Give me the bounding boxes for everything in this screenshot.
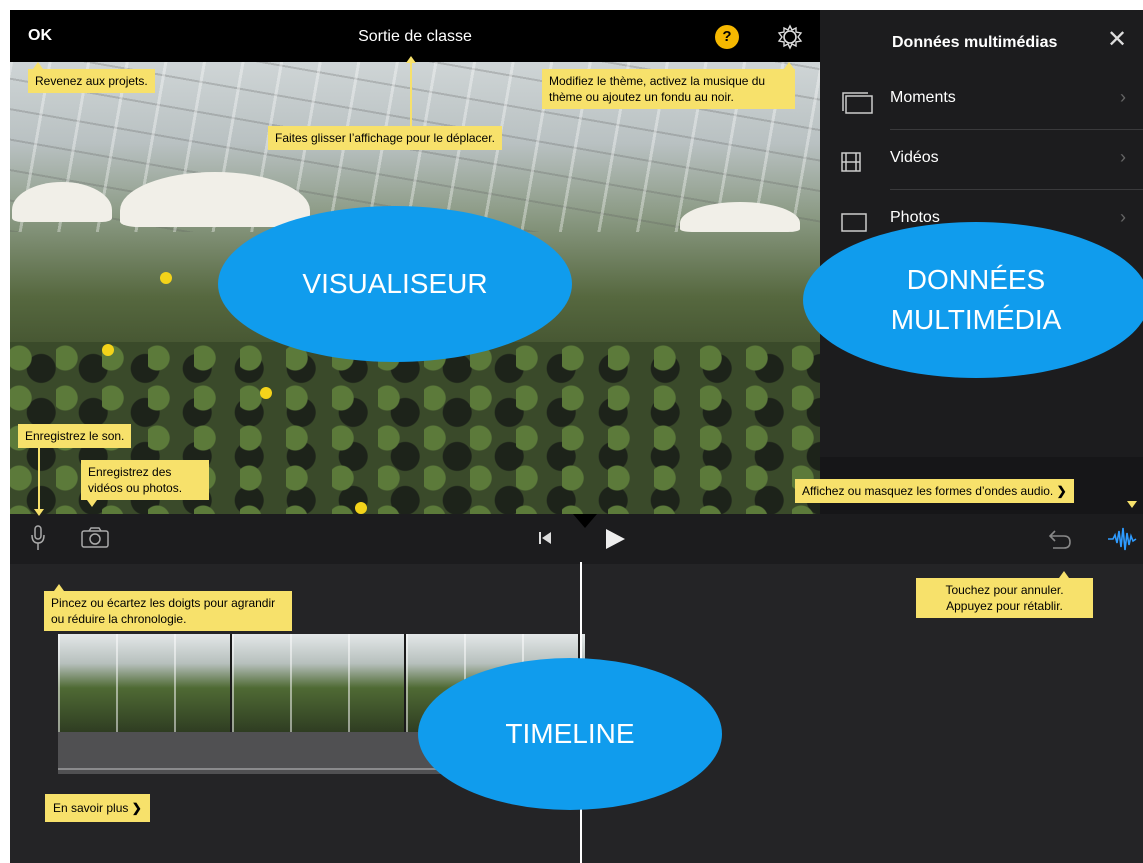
play-icon[interactable] <box>603 527 627 551</box>
film-icon <box>841 152 861 172</box>
imovie-project-screen: OK Sortie de classe ? Données multimédia… <box>10 10 1143 863</box>
tooltip-pointer <box>38 448 40 510</box>
chevron-right-icon: ❯ <box>131 801 142 815</box>
tooltip-back-to-projects: Revenez aux projets. <box>28 69 155 93</box>
tooltip-arrow <box>33 62 43 69</box>
audio-waveform-icon[interactable] <box>1107 526 1137 552</box>
media-item-label: Moments <box>890 89 956 106</box>
tooltip-pinch-zoom: Pincez ou écartez les doigts pour agrand… <box>44 591 292 631</box>
undo-icon[interactable] <box>1047 527 1073 551</box>
learn-more-label: En savoir plus <box>53 801 129 815</box>
tooltip-undo-redo: Touchez pour annuler. Appuyez pour rétab… <box>916 578 1093 618</box>
callout-media: DONNÉES MULTIMÉDIA <box>803 222 1143 378</box>
tooltip-arrow <box>784 62 794 69</box>
tooltip-theme-settings: Modifiez le thème, activez la musique du… <box>542 69 795 109</box>
media-item-videos[interactable]: Vidéos › <box>820 130 1143 190</box>
camera-icon[interactable] <box>80 526 110 548</box>
media-item-moments[interactable]: Moments › <box>820 70 1143 130</box>
tooltip-arrow <box>54 584 64 591</box>
learn-more-button[interactable]: En savoir plus ❯ <box>45 794 150 822</box>
playhead-marker <box>573 514 597 528</box>
tooltip-arrow <box>406 56 416 63</box>
top-bar: OK Sortie de classe ? <box>10 10 820 62</box>
tooltip-waveforms[interactable]: Affichez ou masquez les formes d’ondes a… <box>795 479 1074 503</box>
help-button[interactable]: ? <box>715 25 739 49</box>
tooltip-arrow <box>1059 571 1069 578</box>
tooltip-record-sound: Enregistrez le son. <box>18 424 132 448</box>
chevron-right-icon: › <box>1120 147 1126 167</box>
chevron-right-icon: ❯ <box>1056 484 1067 498</box>
callout-viewer: VISUALISEUR <box>218 206 572 362</box>
flower-image <box>102 344 114 356</box>
chevron-right-icon: › <box>1120 87 1126 107</box>
gear-icon[interactable] <box>777 24 803 50</box>
media-panel-title: Données multimédias <box>892 34 1058 51</box>
tooltip-arrow <box>1127 501 1137 508</box>
photo-icon <box>841 213 867 232</box>
tooltip-waveforms-label: Affichez ou masquez les formes d’ondes a… <box>802 484 1054 498</box>
flower-image <box>160 272 172 284</box>
media-header: Données multimédias ✕ <box>820 10 1143 72</box>
close-icon[interactable]: ✕ <box>1107 28 1127 52</box>
skip-back-icon[interactable] <box>538 530 552 546</box>
microphone-icon[interactable] <box>30 524 46 552</box>
tooltip-record-video: Enregistrez des vidéos ou photos. <box>81 460 209 500</box>
media-item-label: Vidéos <box>890 149 939 166</box>
moments-icon <box>842 92 873 114</box>
flower-image <box>260 387 272 399</box>
chevron-right-icon: › <box>1120 207 1126 227</box>
flower-image <box>355 502 367 514</box>
callout-timeline: TIMELINE <box>418 658 722 810</box>
project-title: Sortie de classe <box>358 28 472 45</box>
tooltip-pointer <box>410 62 412 126</box>
tooltip-arrow <box>87 500 97 507</box>
tooltip-drag-view: Faites glisser l’affichage pour le dépla… <box>268 126 502 150</box>
tooltip-arrow <box>34 509 44 516</box>
